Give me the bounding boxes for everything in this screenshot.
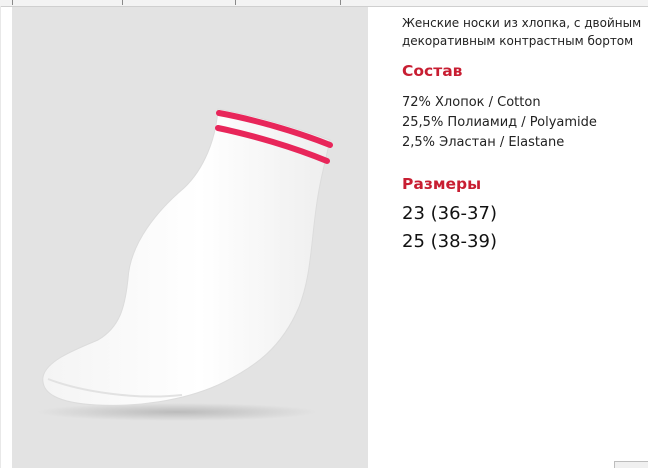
sock-body (42, 108, 331, 406)
scrollbar-corner[interactable] (614, 461, 648, 468)
sizes-title: Размеры (402, 175, 482, 193)
composition-item: 25,5% Полиамид / Polyamide (402, 115, 597, 130)
size-item: 25 (38-39) (402, 231, 497, 252)
size-item: 23 (36-37) (402, 203, 497, 224)
composition-title: Состав (402, 62, 463, 80)
toolbar-mark (12, 0, 13, 5)
product-photo (12, 7, 368, 468)
window-top-bar (0, 0, 648, 7)
composition-list: 72% Хлопок / Cotton 25,5% Полиамид / Pol… (402, 93, 597, 153)
product-description: Женские носки из хлопка, с двойным декор… (402, 16, 642, 48)
toolbar-mark (340, 0, 341, 5)
toolbar-mark (122, 0, 123, 5)
sock-illustration (37, 108, 333, 421)
window-left-edge (0, 6, 1, 468)
toolbar-mark (235, 0, 236, 5)
sizes-list: 23 (36-37) 25 (38-39) (402, 200, 497, 256)
product-info: Женские носки из хлопка, с двойным декор… (402, 14, 642, 252)
sock-shadow (37, 403, 317, 421)
composition-item: 72% Хлопок / Cotton (402, 95, 541, 110)
composition-item: 2,5% Эластан / Elastane (402, 135, 565, 150)
